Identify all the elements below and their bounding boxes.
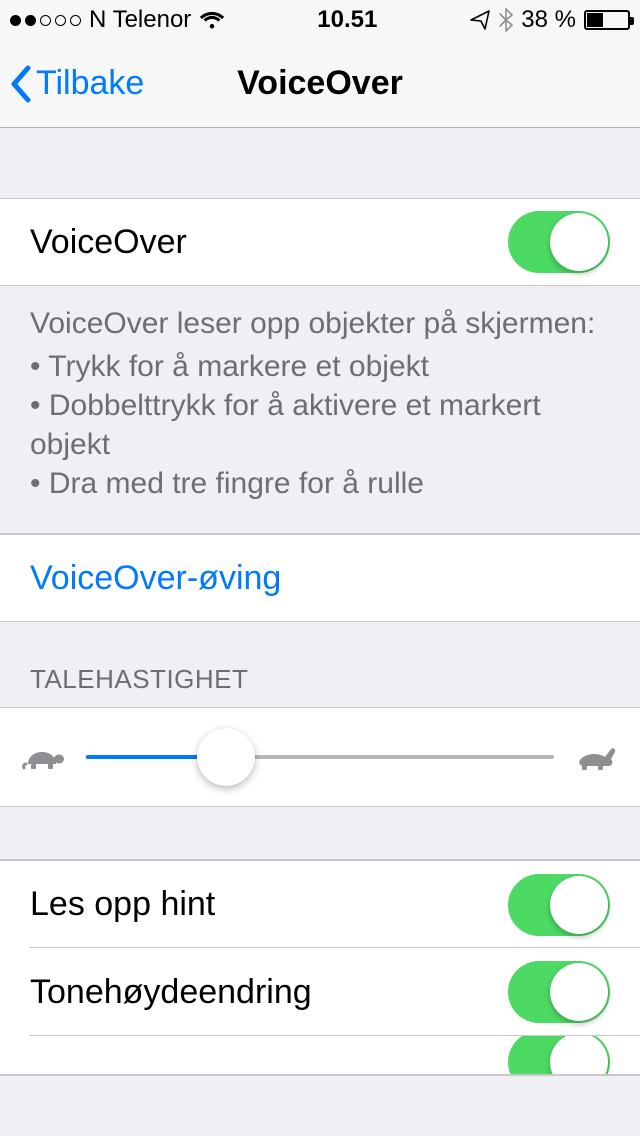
pitch-change-row: Tonehøydeendring [0, 948, 640, 1036]
wifi-icon [199, 10, 225, 30]
back-button[interactable]: Tilbake [0, 64, 144, 104]
nav-bar: Tilbake VoiceOver [0, 40, 640, 128]
status-bar: N Telenor 10.51 38 % [0, 0, 640, 40]
slider-thumb[interactable] [197, 728, 255, 786]
options-group: Les opp hint Tonehøydeendring [0, 859, 640, 1076]
description-bullet: Trykk for å markere et objekt [30, 347, 610, 386]
next-row-peek [0, 1036, 640, 1076]
status-time: 10.51 [317, 6, 377, 34]
back-label: Tilbake [36, 64, 144, 103]
read-hints-row: Les opp hint [0, 860, 640, 948]
bluetooth-icon [499, 8, 513, 32]
battery-icon [584, 10, 630, 30]
next-switch[interactable] [508, 1036, 610, 1076]
carrier-label: N Telenor [89, 6, 191, 34]
pitch-change-label: Tonehøydeendring [30, 973, 508, 1012]
voiceover-toggle-label: VoiceOver [30, 223, 508, 262]
description-intro: VoiceOver leser opp objekter på skjermen… [30, 304, 610, 343]
speed-slider-row [0, 707, 640, 807]
voiceover-practice-label: VoiceOver-øving [30, 559, 610, 598]
signal-strength-icon [10, 15, 81, 26]
battery-percent: 38 % [521, 6, 576, 34]
read-hints-label: Les opp hint [30, 885, 508, 924]
chevron-left-icon [8, 64, 32, 104]
status-left: N Telenor [10, 6, 225, 34]
hare-icon [574, 742, 618, 772]
read-hints-switch[interactable] [508, 874, 610, 936]
speed-section-header: TALEHASTIGHET [0, 622, 640, 707]
voiceover-switch[interactable] [508, 211, 610, 273]
tortoise-icon [22, 742, 66, 772]
voiceover-description: VoiceOver leser opp objekter på skjermen… [0, 286, 640, 534]
status-right: 38 % [469, 6, 630, 34]
speed-slider[interactable] [86, 755, 554, 759]
voiceover-practice-link[interactable]: VoiceOver-øving [0, 534, 640, 622]
pitch-change-switch[interactable] [508, 961, 610, 1023]
description-bullet: Dobbelttrykk for å aktivere et markert o… [30, 386, 610, 464]
voiceover-toggle-row: VoiceOver [0, 198, 640, 286]
location-icon [469, 9, 491, 31]
description-bullet: Dra med tre fingre for å rulle [30, 464, 610, 503]
